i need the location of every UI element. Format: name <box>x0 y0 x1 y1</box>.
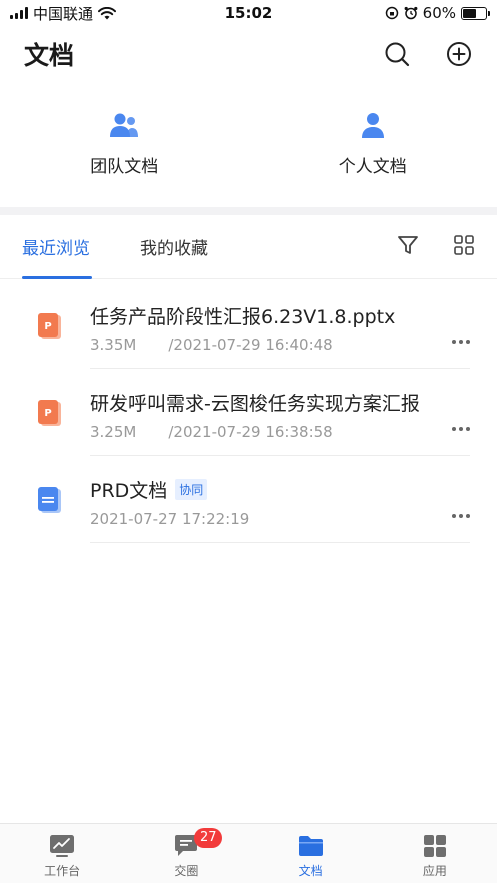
battery-icon <box>461 6 490 20</box>
folder-icon <box>298 836 323 856</box>
team-docs-label: 团队文档 <box>90 157 159 177</box>
nav-apps[interactable]: 应用 <box>373 824 497 883</box>
tab-recent[interactable]: 最近浏览 <box>22 215 92 279</box>
filter-button[interactable] <box>397 234 419 260</box>
file-row[interactable]: PRD文档 协同 2021-07-27 17:22:19 <box>0 456 497 543</box>
add-circle-icon <box>447 42 471 66</box>
nav-label: 交圈 <box>174 864 199 878</box>
file-name: 任务产品阶段性汇报6.23V1.8.pptx <box>90 306 396 328</box>
svg-text:P: P <box>44 321 51 332</box>
grid-view-button[interactable] <box>453 234 475 260</box>
person-icon <box>361 113 384 138</box>
filter-icon <box>398 235 418 254</box>
file-list: P 任务产品阶段性汇报6.23V1.8.pptx 3.35M /2021-07-… <box>0 282 497 543</box>
page-title: 文档 <box>24 41 75 70</box>
personal-docs-label: 个人文档 <box>338 157 407 177</box>
carrier-name: 中国联通 <box>33 4 94 23</box>
more-options-icon[interactable] <box>452 340 470 344</box>
team-icon <box>110 113 139 137</box>
file-time: /2021-07-29 16:38:58 <box>168 423 333 441</box>
status-left: 中国联通 <box>10 3 117 24</box>
file-time: /2021-07-29 16:40:48 <box>168 336 333 354</box>
doc-file-icon <box>37 487 63 519</box>
collab-badge: 协同 <box>175 479 208 500</box>
nav-docs[interactable]: 文档 <box>249 824 373 883</box>
nav-label: 应用 <box>422 864 447 878</box>
nav-chat[interactable]: 交圈 27 <box>124 824 248 883</box>
file-row[interactable]: P 任务产品阶段性汇报6.23V1.8.pptx 3.35M /2021-07-… <box>0 282 497 369</box>
tab-favorites[interactable]: 我的收藏 <box>140 215 208 279</box>
file-size: 3.35M <box>90 336 137 354</box>
add-button[interactable] <box>445 40 473 68</box>
unread-badge: 27 <box>194 828 223 848</box>
nav-workbench[interactable]: 工作台 <box>0 824 124 883</box>
file-name: PRD文档 <box>90 480 168 502</box>
svg-text:P: P <box>44 408 51 419</box>
grid-icon <box>454 234 474 255</box>
nav-label: 文档 <box>298 864 323 878</box>
more-options-icon[interactable] <box>452 427 470 431</box>
lock-rotation-icon <box>385 6 398 20</box>
battery-percent: 60% <box>422 4 456 22</box>
signal-icon <box>10 7 28 19</box>
search-button[interactable] <box>383 40 411 68</box>
alarm-icon <box>404 6 418 20</box>
file-time: 2021-07-27 17:22:19 <box>90 510 250 528</box>
wifi-icon <box>98 6 117 19</box>
search-icon <box>385 42 410 67</box>
tab-bar: 最近浏览 我的收藏 <box>0 215 497 279</box>
file-row[interactable]: P 研发呼叫需求-云图梭任务实现方案汇报 3.25M /2021-07-29 1… <box>0 369 497 456</box>
team-docs-entry[interactable]: 团队文档 <box>0 100 249 200</box>
personal-docs-entry[interactable]: 个人文档 <box>249 100 497 200</box>
nav-label: 工作台 <box>44 864 81 878</box>
quick-entries: 团队文档 个人文档 <box>0 100 497 200</box>
file-size: 3.25M <box>90 423 137 441</box>
more-options-icon[interactable] <box>452 514 470 518</box>
status-bar: 中国联通 15:02 60% <box>0 0 497 26</box>
bottom-nav: 工作台 交圈 27 文档 应用 <box>0 823 497 883</box>
ppt-file-icon: P <box>37 400 63 432</box>
workbench-icon <box>50 835 75 857</box>
file-name: 研发呼叫需求-云图梭任务实现方案汇报 <box>90 393 420 415</box>
status-right: 60% <box>385 4 490 22</box>
ppt-file-icon: P <box>37 313 63 345</box>
header: 文档 <box>0 30 497 78</box>
apps-icon <box>423 835 446 857</box>
